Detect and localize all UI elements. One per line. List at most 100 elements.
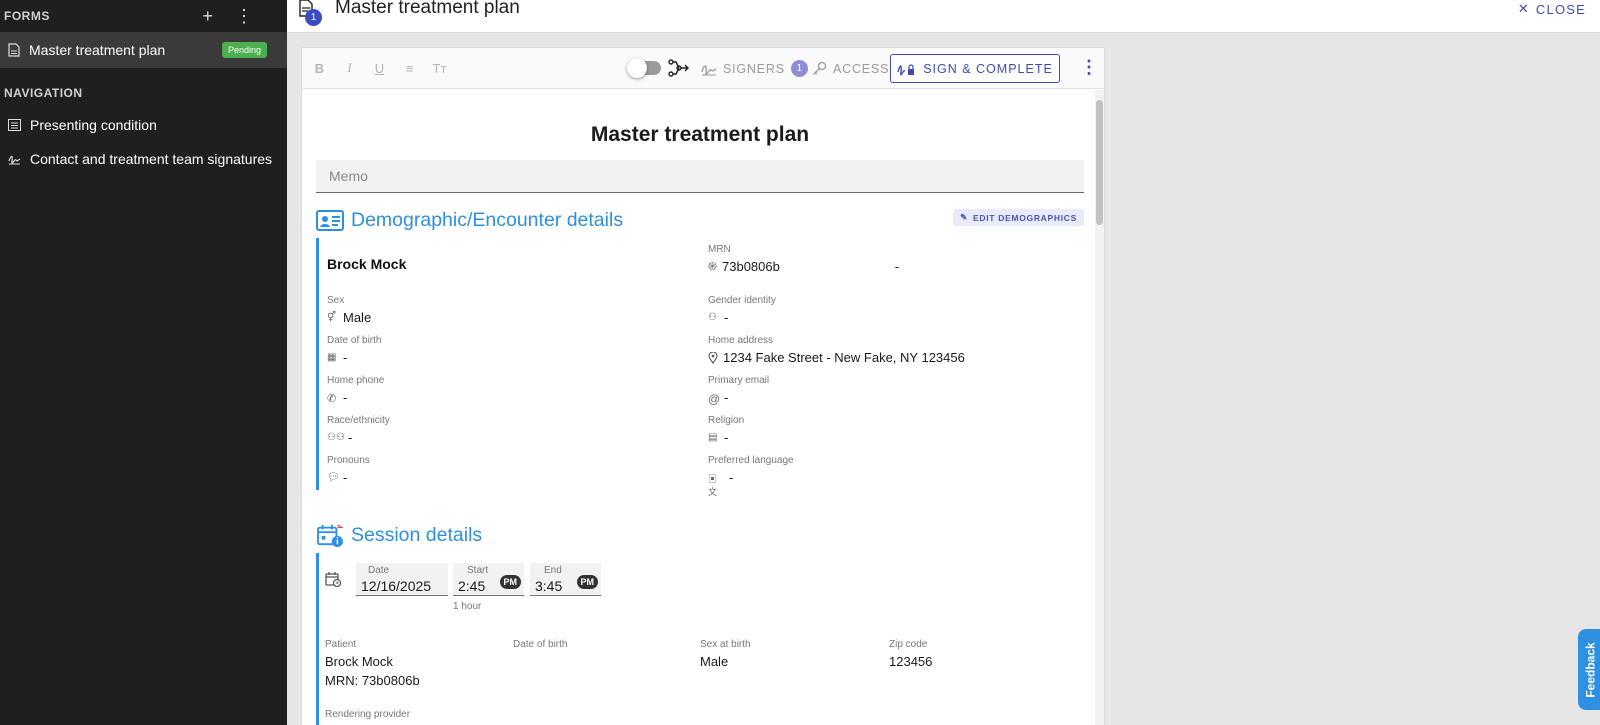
dob-label: Date of birth xyxy=(327,335,382,346)
close-label: CLOSE xyxy=(1535,1,1586,17)
race-ethnicity-label: Race/ethnicity xyxy=(327,415,390,426)
primary-email-label: Primary email xyxy=(708,375,770,386)
session-title: Session details xyxy=(351,523,483,546)
race-ethnicity-field: Race/ethnicity ⚇⚇ - xyxy=(327,415,390,445)
zip-code-label: Zip code xyxy=(889,639,928,650)
sign-lock-icon xyxy=(897,63,915,76)
sidebar: FORMS + ⋮ Master treatment plan Pending … xyxy=(0,0,287,725)
add-form-icon[interactable]: + xyxy=(202,7,213,25)
access-label: ACCESS xyxy=(833,61,890,76)
start-label: Start xyxy=(467,565,489,576)
more-vert-icon[interactable]: ⋮ xyxy=(235,7,253,25)
close-button[interactable]: ✕ CLOSE xyxy=(1518,0,1586,18)
edit-demographics-button[interactable]: ✎ EDIT DEMOGRAPHICS xyxy=(953,209,1084,226)
italic-button[interactable]: I xyxy=(342,60,357,76)
document-panel: B I U ≡ Tт SIGNERS 1 ACCESS SIGN & COMPL… xyxy=(301,47,1105,725)
align-button[interactable]: ≡ xyxy=(402,61,417,76)
text-size-button[interactable]: Tт xyxy=(432,61,447,76)
gender-identity-value: - xyxy=(724,310,729,325)
home-phone-value: - xyxy=(343,390,348,405)
signature-icon xyxy=(701,64,717,75)
sex-icon: ⚥ xyxy=(327,312,337,323)
access-button[interactable]: ACCESS xyxy=(812,48,889,89)
feedback-label: Feedback xyxy=(1584,641,1599,698)
fingerprint-icon: ֍ xyxy=(708,261,717,273)
nav-item-label: Presenting condition xyxy=(30,117,157,133)
form-item-master-treatment-plan[interactable]: Master treatment plan Pending xyxy=(0,32,287,68)
demographics-header: Demographic/Encounter details ✎ EDIT DEM… xyxy=(316,208,1084,232)
nav-item-label: Contact and treatment team signatures xyxy=(30,151,273,167)
start-value: 2:45 xyxy=(458,578,486,594)
people-icon: ⚇⚇ xyxy=(327,432,345,443)
session-duration: 1 hour xyxy=(453,601,482,612)
sex-label: Sex xyxy=(327,295,345,306)
editor-toolbar: B I U ≡ Tт SIGNERS 1 ACCESS SIGN & COMPL… xyxy=(302,48,1104,89)
date-value: 12/16/2025 xyxy=(361,578,432,594)
preferred-language-field: Preferred language ▣文 - xyxy=(708,455,794,497)
workflow-icon[interactable] xyxy=(668,58,690,78)
workflow-toggle[interactable] xyxy=(627,58,661,78)
mrn-field: MRN ֍ 73b0806b - xyxy=(708,244,899,274)
page-title: Master treatment plan xyxy=(335,0,520,18)
underline-button[interactable]: U xyxy=(372,61,387,76)
sex-field: Sex ⚥ Male xyxy=(327,295,371,325)
signature-icon xyxy=(8,155,21,165)
start-ampm-toggle[interactable]: PM xyxy=(499,575,521,589)
pronouns-value: - xyxy=(343,470,348,485)
preferred-language-value: - xyxy=(729,470,734,485)
patient-mrn: MRN: 73b0806b xyxy=(325,673,420,688)
status-badge: Pending xyxy=(221,42,267,58)
date-label: Date xyxy=(368,565,390,576)
pronouns-label: Pronouns xyxy=(327,455,370,466)
scrollbar[interactable] xyxy=(1095,90,1104,725)
calendar-clock-icon xyxy=(325,572,341,587)
dob-field: Date of birth ▦ - xyxy=(327,335,381,365)
rendering-provider-label: Rendering provider xyxy=(325,709,411,720)
signers-label: SIGNERS xyxy=(723,61,785,76)
edit-demographics-label: EDIT DEMOGRAPHICS xyxy=(973,212,1077,223)
patient-label: Patient xyxy=(325,639,357,650)
religion-field: Religion ▤ - xyxy=(708,415,744,445)
race-ethnicity-value: - xyxy=(348,430,353,445)
session-date-field[interactable]: Date 12/16/2025 xyxy=(356,563,448,596)
sex-at-birth-label: Sex at birth xyxy=(700,639,751,650)
book-icon: ▤ xyxy=(708,432,718,443)
session-box: Date 12/16/2025 Start 2:45 PM End 3:45 P… xyxy=(316,553,1084,725)
nav-item-contact-signatures[interactable]: Contact and treatment team signatures xyxy=(0,142,287,176)
cake-icon: ▦ xyxy=(327,352,337,363)
gender-identity-label: Gender identity xyxy=(708,295,776,306)
home-address-value: 1234 Fake Street - New Fake, NY 123456 xyxy=(723,350,965,365)
end-ampm-toggle[interactable]: PM xyxy=(576,575,598,589)
bold-button[interactable]: B xyxy=(312,61,327,76)
patient-value: Brock Mock xyxy=(325,654,393,669)
session-dob-field: Date of birth xyxy=(513,639,567,650)
at-icon: @ xyxy=(708,392,721,406)
home-address-label: Home address xyxy=(708,335,774,346)
close-icon: ✕ xyxy=(1517,1,1530,16)
feedback-button[interactable]: Feedback xyxy=(1578,629,1600,710)
session-start-field[interactable]: Start 2:45 PM xyxy=(453,563,524,596)
session-end-field[interactable]: End 3:45 PM xyxy=(530,563,601,596)
nav-item-presenting-condition[interactable]: Presenting condition xyxy=(0,108,287,142)
pronouns-field: Pronouns 💬︎ - xyxy=(327,455,370,485)
speech-bubble-icon: 💬︎ xyxy=(327,472,340,483)
sign-complete-button[interactable]: SIGN & COMPLETE xyxy=(890,54,1060,83)
mrn-extra: - xyxy=(894,259,900,274)
religion-value: - xyxy=(724,430,729,445)
rendering-provider-field: Rendering provider xyxy=(325,709,410,720)
sex-at-birth-value: Male xyxy=(700,654,729,669)
signers-button[interactable]: SIGNERS 1 xyxy=(701,48,808,89)
forms-count-icon: 1 xyxy=(299,0,323,26)
location-pin-icon xyxy=(708,351,718,364)
memo-field[interactable]: Memo xyxy=(316,160,1084,193)
edit-icon: ✎ xyxy=(960,212,968,222)
phone-icon: ✆ xyxy=(327,393,337,405)
more-options-icon[interactable]: ⋮ xyxy=(1080,58,1098,76)
demographics-box: Brock Mock MRN ֍ 73b0806b - Sex ⚥ Male Gend… xyxy=(316,238,1084,497)
forms-header: FORMS + ⋮ xyxy=(0,0,287,32)
gender-identity-field: Gender identity ⚇ - xyxy=(708,295,776,325)
mrn-label: MRN xyxy=(708,244,731,255)
home-address-field: Home address 1234 Fake Street - New Fake… xyxy=(708,335,965,365)
session-patient-field: Patient Brock Mock MRN: 73b0806b xyxy=(325,639,420,688)
patient-name: Brock Mock xyxy=(327,256,407,272)
